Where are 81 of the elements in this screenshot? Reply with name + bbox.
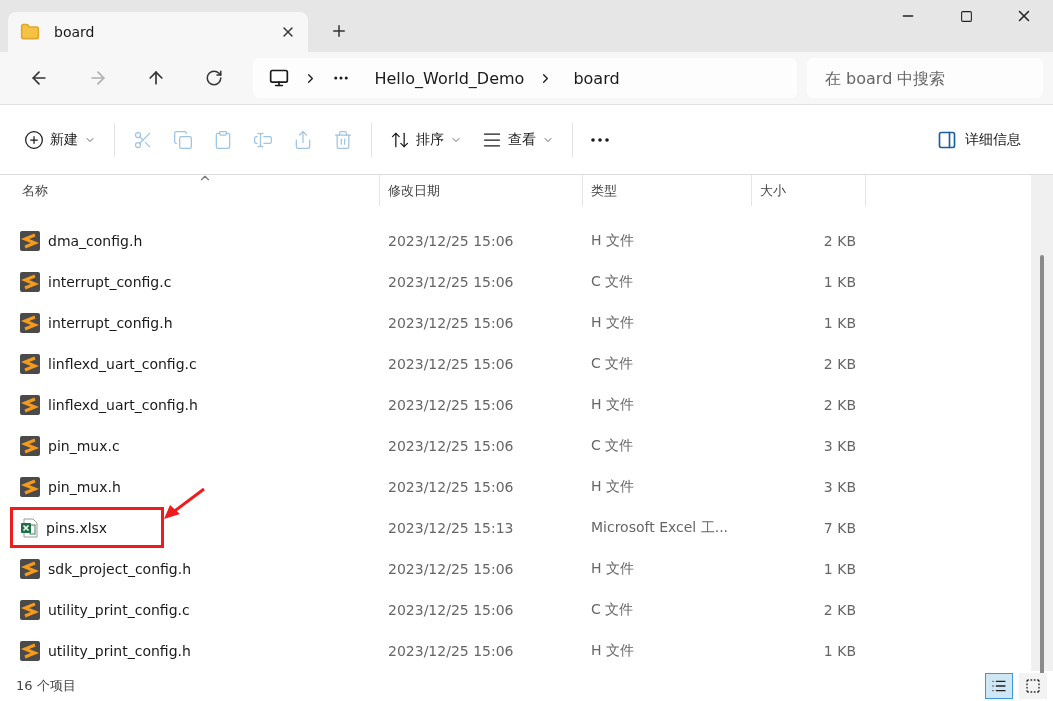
file-name[interactable]: pin_mux.h bbox=[48, 478, 121, 495]
file-type: H 文件 bbox=[590, 231, 635, 250]
column-header[interactable]: 名称 bbox=[14, 175, 380, 206]
maximize-icon[interactable] bbox=[959, 9, 973, 23]
modified-date: 2023/12/25 15:06 bbox=[387, 478, 515, 495]
file-size: 2 KB bbox=[822, 601, 857, 618]
file-name[interactable]: interrupt_config.h bbox=[48, 314, 173, 331]
source-file-icon bbox=[20, 435, 40, 456]
column-header[interactable]: 类型 bbox=[583, 175, 752, 206]
file-type: C 文件 bbox=[590, 600, 635, 619]
source-file-icon bbox=[20, 230, 40, 251]
file-name[interactable]: linflexd_uart_config.h bbox=[48, 396, 198, 413]
file-type: C 文件 bbox=[590, 272, 635, 291]
search-field[interactable]: 在 board 中搜索 bbox=[807, 58, 1043, 98]
file-size: 2 KB bbox=[822, 396, 857, 413]
file-size: 3 KB bbox=[822, 437, 857, 454]
address-bar[interactable]: Hello_World_Demo board bbox=[253, 58, 797, 98]
file-size: 7 KB bbox=[822, 519, 857, 536]
breadcrumb-item[interactable]: board bbox=[573, 68, 620, 88]
file-size: 1 KB bbox=[822, 560, 857, 577]
source-file-icon bbox=[20, 394, 40, 415]
file-type: Microsoft Excel 工... bbox=[590, 518, 730, 537]
breadcrumb-item[interactable]: Hello_World_Demo bbox=[374, 68, 525, 88]
file-type: H 文件 bbox=[590, 395, 635, 414]
file-type: H 文件 bbox=[590, 477, 635, 496]
modified-date: 2023/12/25 15:06 bbox=[387, 396, 515, 413]
tiles-view-button[interactable] bbox=[1019, 673, 1047, 699]
file-type: H 文件 bbox=[590, 641, 635, 660]
modified-date: 2023/12/25 15:06 bbox=[387, 437, 515, 454]
modified-date: 2023/12/25 15:06 bbox=[387, 560, 515, 577]
file-name[interactable]: utility_print_config.c bbox=[48, 601, 190, 618]
modified-date: 2023/12/25 15:06 bbox=[387, 273, 515, 290]
file-name[interactable]: linflexd_uart_config.c bbox=[48, 355, 197, 372]
file-name[interactable]: pins.xlsx bbox=[46, 519, 108, 536]
modified-date: 2023/12/25 15:06 bbox=[387, 355, 515, 372]
file-size: 2 KB bbox=[822, 232, 857, 249]
file-type: H 文件 bbox=[590, 559, 635, 578]
file-size: 1 KB bbox=[822, 314, 857, 331]
source-file-icon bbox=[20, 271, 40, 292]
spreadsheet-file-icon bbox=[20, 517, 38, 538]
file-name[interactable]: sdk_project_config.h bbox=[48, 560, 192, 577]
details-view-button[interactable] bbox=[985, 673, 1013, 699]
file-size: 2 KB bbox=[822, 355, 857, 372]
item-count: 16 个项目 bbox=[16, 677, 76, 695]
file-type: C 文件 bbox=[590, 436, 635, 455]
modified-date: 2023/12/25 15:06 bbox=[387, 601, 515, 618]
file-name[interactable]: pin_mux.c bbox=[48, 437, 120, 454]
new-button[interactable]: 新建 bbox=[14, 119, 106, 160]
panel-icon bbox=[937, 129, 957, 150]
view-button[interactable]: 查看 bbox=[472, 119, 564, 160]
file-name[interactable]: dma_config.h bbox=[48, 232, 143, 249]
scrollbar[interactable] bbox=[1031, 175, 1053, 671]
file-name[interactable]: interrupt_config.c bbox=[48, 273, 172, 290]
source-file-icon bbox=[20, 640, 40, 661]
modified-date: 2023/12/25 15:06 bbox=[387, 232, 515, 249]
file-type: C 文件 bbox=[590, 354, 635, 373]
file-type: H 文件 bbox=[590, 313, 635, 332]
modified-date: 2023/12/25 15:13 bbox=[387, 519, 515, 536]
column-header[interactable]: 大小 bbox=[752, 175, 866, 206]
annotation-arrow bbox=[162, 487, 206, 521]
column-header[interactable]: 修改日期 bbox=[380, 175, 583, 206]
file-name[interactable]: utility_print_config.h bbox=[48, 642, 191, 659]
dashed-square-icon bbox=[1025, 678, 1041, 694]
folder-icon bbox=[20, 22, 40, 42]
modified-date: 2023/12/25 15:06 bbox=[387, 642, 515, 659]
modified-date: 2023/12/25 15:06 bbox=[387, 314, 515, 331]
file-size: 3 KB bbox=[822, 478, 857, 495]
list-icon bbox=[991, 678, 1007, 694]
source-file-icon bbox=[20, 312, 40, 333]
source-file-icon bbox=[20, 353, 40, 374]
sort-button[interactable]: 排序 bbox=[380, 119, 472, 160]
folder-tab[interactable]: board bbox=[8, 12, 308, 52]
source-file-icon bbox=[20, 558, 40, 579]
new-tab-icon[interactable] bbox=[330, 22, 348, 40]
source-file-icon bbox=[20, 476, 40, 497]
file-size: 1 KB bbox=[822, 273, 857, 290]
details-button[interactable]: 详细信息 bbox=[919, 129, 1039, 150]
refresh-icon[interactable] bbox=[205, 69, 224, 87]
file-size: 1 KB bbox=[822, 642, 857, 659]
monitor-icon bbox=[269, 68, 290, 88]
source-file-icon bbox=[20, 599, 40, 620]
